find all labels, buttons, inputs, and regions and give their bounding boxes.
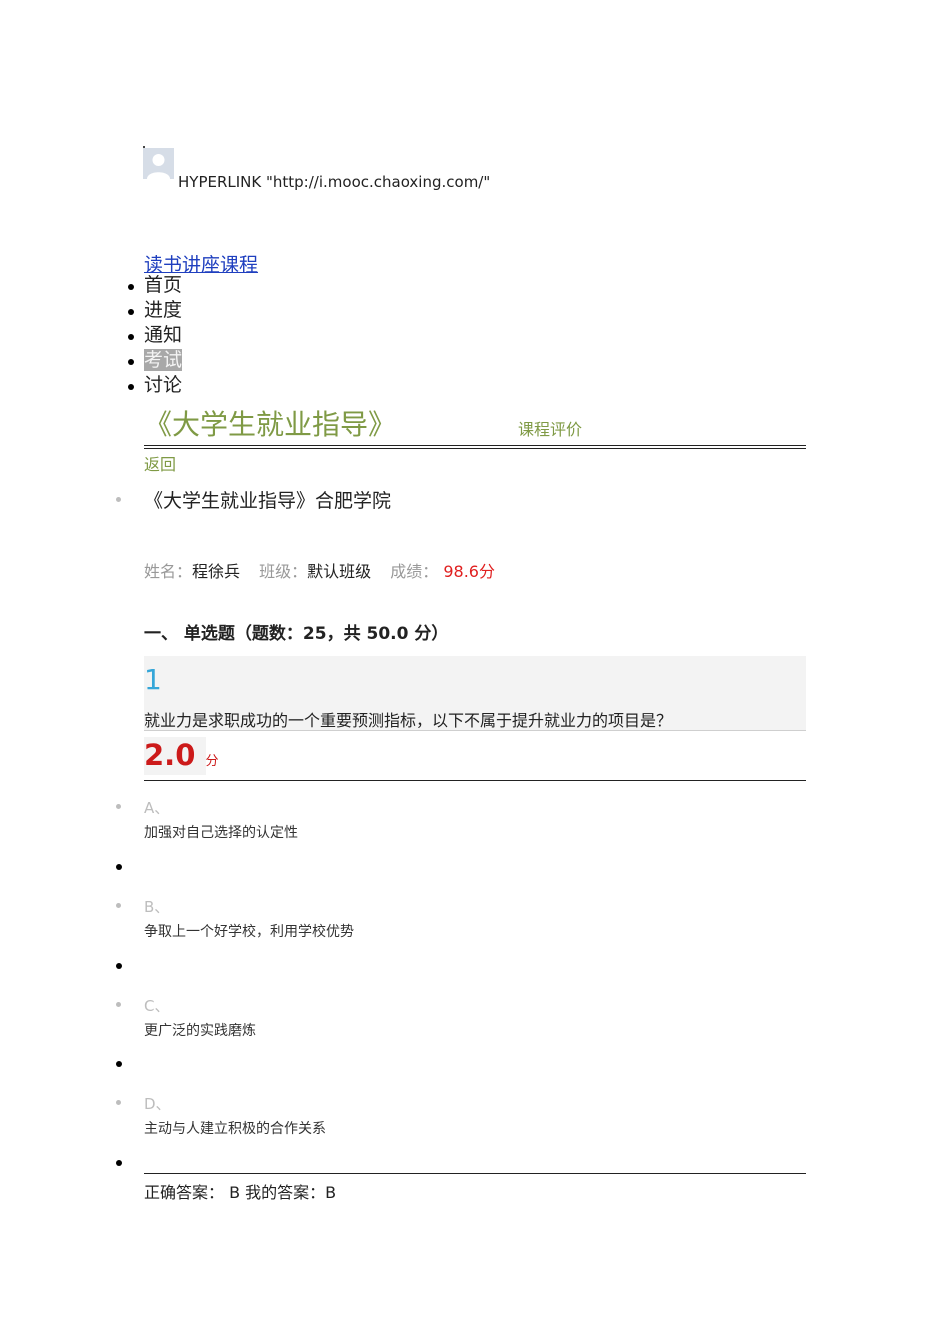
nav-item-progress[interactable]: 进度 [127,298,182,323]
option-c-letter: C、 [144,997,170,1015]
question-number: 1 [144,663,162,696]
course-nav: 首页 进度 通知 考试 讨论 [127,273,183,398]
option-d-text[interactable]: 主动与人建立积极的合作关系 [144,1118,326,1138]
list-bullet [116,963,122,969]
nav-item-label: 首页 [144,274,183,296]
back-link[interactable]: 返回 [144,451,176,475]
score-value: 98.6分 [443,562,495,581]
option-a-text[interactable]: 加强对自己选择的认定性 [144,822,298,842]
option-a-letter: A、 [144,799,170,817]
class-value: 默认班级 [307,562,372,581]
nav-item-home[interactable]: 首页 [127,273,182,298]
class-label: 班级： [259,562,308,581]
option-c-text[interactable]: 更广泛的实践磨炼 [144,1020,256,1040]
name-value: 程徐兵 [192,562,241,581]
score-label: 成绩： [390,562,439,581]
list-bullet [116,497,121,502]
option-d-letter: D、 [144,1095,171,1113]
question-points: 2.0 分 [144,738,219,772]
list-bullet [116,1061,122,1067]
course-review-link[interactable]: 课程评价 [518,416,582,440]
option-b-letter: B、 [144,898,170,916]
list-bullet [116,1160,122,1166]
nav-item-discussion[interactable]: 讨论 [127,373,182,398]
nav-item-label: 讨论 [144,374,183,396]
answer-divider [144,1173,806,1174]
name-label: 姓名： [144,562,193,581]
user-avatar-icon[interactable] [143,148,174,179]
hyperlink-field-text: HYPERLINK "http://i.mooc.chaoxing.com/" [178,173,491,191]
nav-item-label: 考试 [144,349,183,371]
option-bullet [116,1002,121,1007]
nav-item-label: 进度 [144,299,183,321]
option-b-text[interactable]: 争取上一个好学校，利用学校优势 [144,921,354,941]
question-divider [144,780,806,781]
points-value: 2.0 [144,738,196,772]
nav-item-label: 通知 [144,324,183,346]
option-bullet [116,1100,121,1105]
nav-item-exam[interactable]: 考试 [127,348,183,373]
header-divider [144,445,806,449]
list-bullet [116,864,122,870]
answer-line: 正确答案： B 我的答案：B [144,1183,337,1202]
course-title: 《大学生就业指导》 [144,408,397,441]
nav-item-notice[interactable]: 通知 [127,323,182,348]
student-info: 姓名：程徐兵 班级：默认班级 成绩： 98.6分 [144,558,495,582]
points-unit: 分 [205,754,219,769]
section-heading: 一、 单选题（题数：25，共 50.0 分） [144,624,449,644]
exam-title: 《大学生就业指导》合肥学院 [144,490,392,512]
question-text: 就业力是求职成功的一个重要预测指标，以下不属于提升就业力的项目是？ [144,711,673,730]
option-bullet [116,903,121,908]
option-bullet [116,804,121,809]
